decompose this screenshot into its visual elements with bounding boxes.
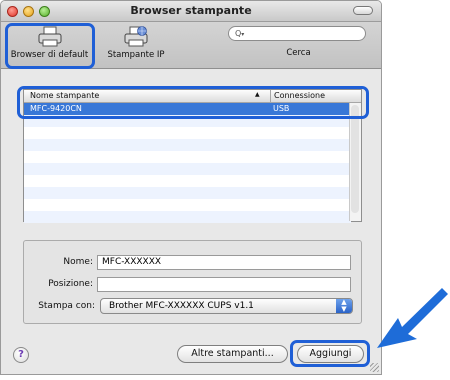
list-rows: MFC-9420CN USB [24, 103, 351, 223]
search-input[interactable]: Q▾ [228, 26, 366, 41]
empty-row [24, 187, 351, 199]
empty-row [24, 139, 351, 151]
empty-row [24, 211, 351, 223]
search-label: Cerca [286, 48, 311, 58]
toolbar-toggle-button[interactable] [353, 6, 373, 15]
search-dropdown-icon: ▾ [241, 31, 245, 38]
highlight-add-button [290, 340, 370, 367]
toolbar-ip-printer-label: Stampante IP [107, 50, 165, 60]
print-with-label: Stampa con: [38, 301, 95, 311]
empty-row [24, 199, 351, 211]
toolbar-search: Q▾ Cerca [226, 24, 371, 64]
name-input[interactable]: MFC-XXXXXX [97, 255, 351, 270]
print-with-popup[interactable]: Brother MFC-XXXXXX CUPS v1.1 ▲ ▼ [100, 298, 353, 314]
window-title: Browser stampante [130, 4, 252, 17]
location-input[interactable] [97, 277, 351, 292]
toolbar-ip-printer-button[interactable]: Stampante IP [106, 24, 166, 64]
pointer-arrow-icon [377, 288, 448, 348]
list-scrollbar[interactable] [349, 103, 361, 221]
empty-row [24, 151, 351, 163]
empty-row [24, 163, 351, 175]
scrollbar-thumb[interactable] [351, 105, 359, 213]
empty-row [24, 127, 351, 139]
help-button[interactable]: ? [13, 347, 29, 363]
empty-row [24, 175, 351, 187]
print-with-value: Brother MFC-XXXXXX CUPS v1.1 [109, 301, 254, 311]
highlight-printer-row [17, 86, 369, 119]
popup-arrows-icon: ▲ ▼ [336, 299, 352, 313]
title-bar[interactable]: Browser stampante [1, 1, 381, 22]
highlight-default-browser [5, 23, 95, 69]
name-label: Nome: [63, 257, 93, 267]
resize-grip[interactable] [370, 363, 379, 372]
more-printers-button[interactable]: Altre stampanti... [177, 345, 288, 363]
network-printer-icon [124, 26, 148, 47]
location-label: Posizione: [48, 279, 93, 289]
